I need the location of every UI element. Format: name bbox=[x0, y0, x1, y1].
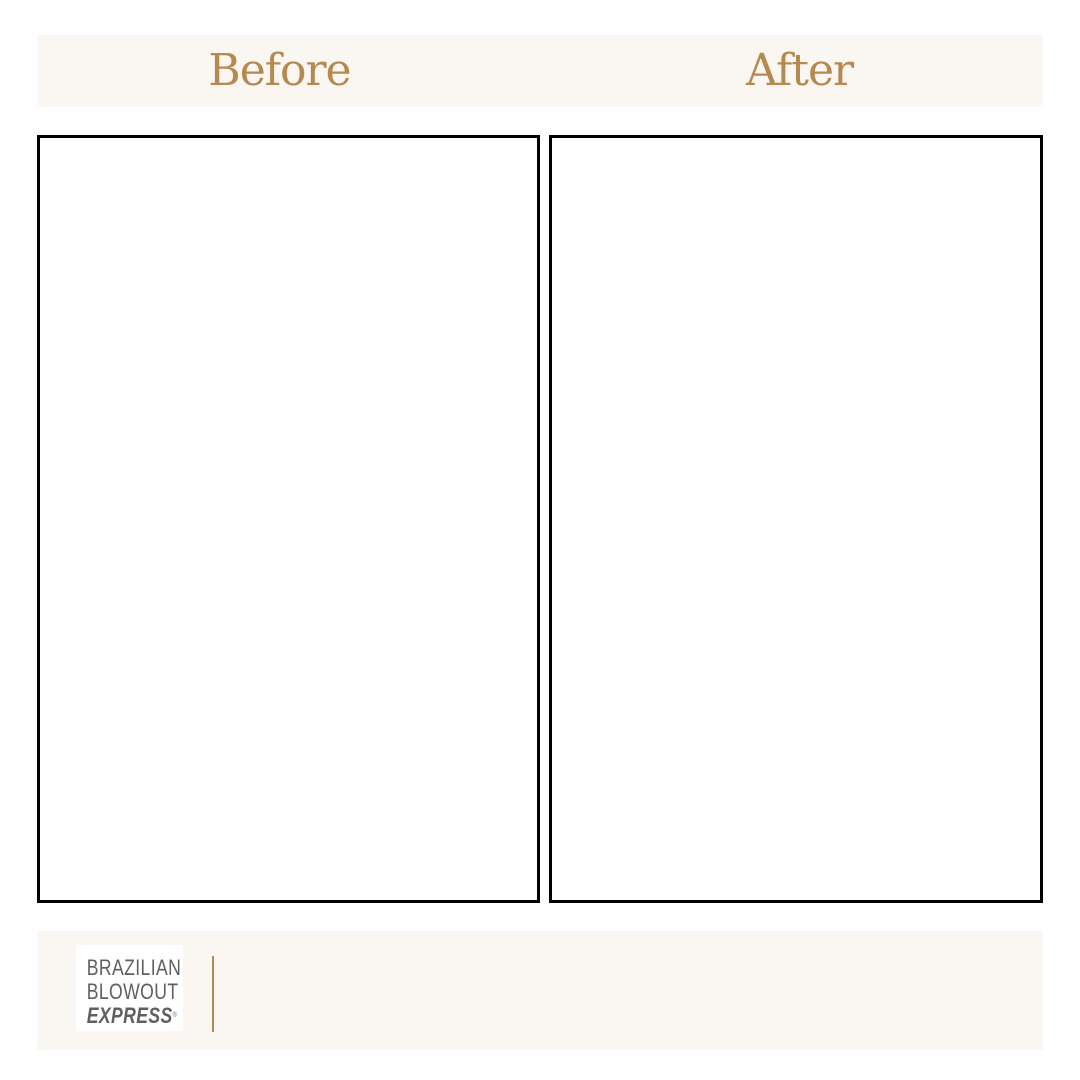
registered-mark: ® bbox=[172, 1012, 178, 1019]
logo-line-blowout: BLOWOUT bbox=[86, 979, 179, 1004]
header-band: Before After bbox=[37, 35, 1043, 107]
footer-divider bbox=[212, 956, 214, 1032]
after-label: After bbox=[745, 45, 854, 96]
footer-band: BRAZILIAN BLOWOUT EXPRESS® bbox=[37, 931, 1043, 1050]
before-photo-frame bbox=[37, 135, 540, 903]
after-photo-frame bbox=[549, 135, 1043, 903]
before-label: Before bbox=[208, 45, 351, 96]
brand-logo: BRAZILIAN BLOWOUT EXPRESS® bbox=[76, 945, 183, 1031]
logo-line-brazilian: BRAZILIAN bbox=[86, 955, 182, 980]
logo-line-express: EXPRESS® bbox=[86, 1003, 177, 1028]
logo-express-text: EXPRESS bbox=[86, 1003, 173, 1028]
